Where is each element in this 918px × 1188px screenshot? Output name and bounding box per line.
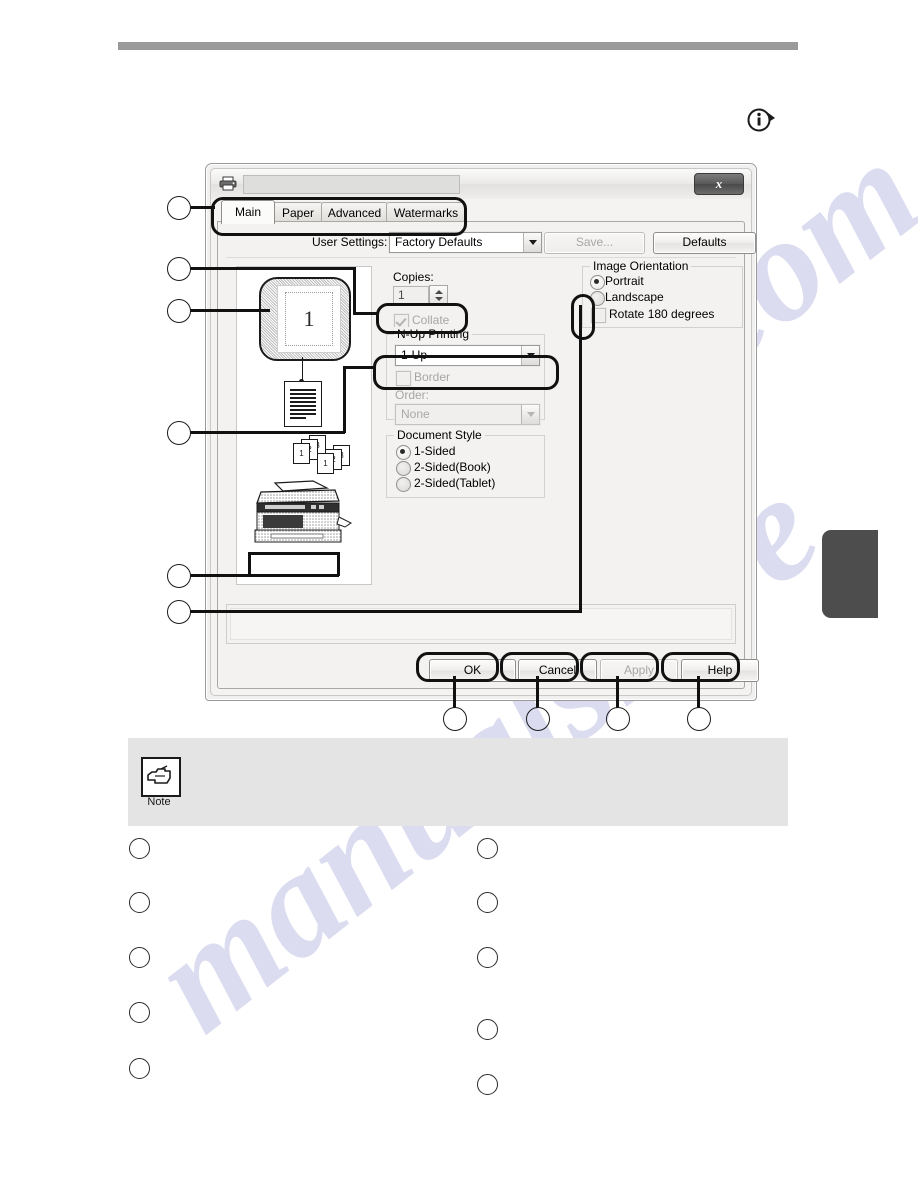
nup-combo[interactable]: 1-Up <box>395 345 540 366</box>
label-1-sided: 1-Sided <box>414 444 456 458</box>
callout-marker-apply <box>606 707 630 731</box>
apply-button[interactable]: Apply <box>600 659 678 682</box>
note-label: Note <box>147 796 171 808</box>
border-checkbox[interactable] <box>396 371 411 386</box>
nup-legend: N-Up Printing <box>394 327 473 341</box>
legend-marker-right-2 <box>477 892 498 913</box>
legend-marker-right-4 <box>477 1019 498 1040</box>
legend-marker-right-1 <box>477 838 498 859</box>
note-band <box>128 738 788 826</box>
tab-advanced[interactable]: Advanced <box>321 202 388 223</box>
dialog-inner-frame: x Main Paper Advanced Watermarks User Se… <box>210 168 759 696</box>
header-rule <box>118 42 798 50</box>
legend-marker-left-3 <box>129 947 150 968</box>
preview-page-shape: 1 <box>259 277 351 361</box>
help-button[interactable]: Help <box>681 659 759 682</box>
multifunction-printer-illustration <box>249 479 353 549</box>
sheet-1b: 1 <box>317 453 334 474</box>
callout-marker-help <box>687 707 711 731</box>
user-settings-label: User Settings: <box>312 235 388 249</box>
tab-pane-main: User Settings: Factory Defaults Save... … <box>217 221 759 689</box>
cancel-button[interactable]: Cancel <box>518 659 597 682</box>
stepper-down-icon[interactable] <box>435 297 443 301</box>
label-2-sided-tablet: 2-Sided(Tablet) <box>414 476 496 490</box>
chevron-down-icon <box>521 405 539 424</box>
user-settings-row: User Settings: Factory Defaults Save... … <box>226 229 756 258</box>
dialog-status-area <box>226 604 736 644</box>
chevron-down-icon <box>523 233 541 252</box>
collate-label: Collate <box>412 313 450 327</box>
info-balloon-icon <box>746 108 780 134</box>
preview-page-sheet: 1 <box>277 285 341 353</box>
callout-marker-4 <box>167 421 191 445</box>
label-landscape: Landscape <box>605 290 664 304</box>
printer-properties-dialog: x Main Paper Advanced Watermarks User Se… <box>205 163 759 701</box>
print-preview-panel: 1 3 2 1 3 2 1 <box>236 266 372 585</box>
nup-printing-group: N-Up Printing 1-Up Border Order: None <box>386 327 545 425</box>
label-portrait: Portrait <box>605 274 644 288</box>
chapter-thumb-tab <box>822 530 878 618</box>
sheet-1: 1 <box>293 443 310 464</box>
close-icon[interactable]: x <box>694 173 744 195</box>
legend-marker-left-4 <box>129 1002 150 1023</box>
chevron-down-icon <box>521 346 539 365</box>
pointing-hand-icon <box>141 757 181 797</box>
radio-2-sided-book[interactable] <box>396 461 411 476</box>
document-style-group: Document Style 1-Sided 2-Sided(Book) 2-S… <box>386 428 545 498</box>
document-style-legend: Document Style <box>394 428 485 442</box>
ok-button[interactable]: OK <box>429 659 516 682</box>
dialog-title-field <box>243 175 460 194</box>
legend-marker-right-5 <box>477 1074 498 1095</box>
dialog-titlebar: x <box>211 169 751 199</box>
radio-landscape[interactable] <box>590 291 605 306</box>
stepper-up-icon[interactable] <box>435 290 443 294</box>
save-button[interactable]: Save... <box>544 232 645 254</box>
collated-sheet-stacks: 3 2 1 3 2 1 <box>292 435 352 474</box>
tab-paper[interactable]: Paper <box>273 202 323 223</box>
tab-strip: Main Paper Advanced Watermarks <box>221 200 745 224</box>
callout-marker-ok <box>443 707 467 731</box>
label-rotate-180: Rotate 180 degrees <box>609 307 715 321</box>
callout-marker-2 <box>167 257 191 281</box>
defaults-button[interactable]: Defaults <box>653 232 756 254</box>
copies-input[interactable]: 1 <box>393 286 429 305</box>
border-label: Border <box>414 370 451 384</box>
callout-marker-cancel <box>526 707 550 731</box>
order-combo[interactable]: None <box>395 404 540 425</box>
document-page-icon <box>284 381 322 427</box>
copies-label: Copies: <box>393 270 434 284</box>
legend-marker-left-5 <box>129 1058 150 1079</box>
tab-main[interactable]: Main <box>221 200 275 224</box>
callout-marker-6 <box>167 600 191 624</box>
tab-watermarks[interactable]: Watermarks <box>386 202 466 223</box>
nup-value: 1-Up <box>401 348 428 362</box>
order-label: Order: <box>395 388 430 402</box>
legend-marker-left-2 <box>129 892 150 913</box>
callout-marker-5 <box>167 564 191 588</box>
label-2-sided-book: 2-Sided(Book) <box>414 460 491 474</box>
image-orientation-group: Image Orientation Portrait Landscape Rot… <box>582 259 743 328</box>
copies-stepper[interactable] <box>429 285 448 305</box>
legend-marker-left-1 <box>129 838 150 859</box>
order-value: None <box>401 407 430 421</box>
user-settings-value: Factory Defaults <box>395 235 483 249</box>
callout-marker-1 <box>167 196 191 220</box>
radio-2-sided-tablet[interactable] <box>396 477 411 492</box>
radio-portrait[interactable] <box>590 275 605 290</box>
callout-marker-3 <box>167 299 191 323</box>
user-settings-combo[interactable]: Factory Defaults <box>389 232 542 253</box>
printer-icon <box>219 176 237 191</box>
radio-1-sided[interactable] <box>396 445 411 460</box>
preview-page-number: 1 <box>303 306 315 331</box>
legend-marker-right-3 <box>477 947 498 968</box>
dialog-status-inner <box>230 608 732 640</box>
image-orientation-legend: Image Orientation <box>590 259 692 273</box>
rotate-180-checkbox[interactable] <box>591 308 606 323</box>
